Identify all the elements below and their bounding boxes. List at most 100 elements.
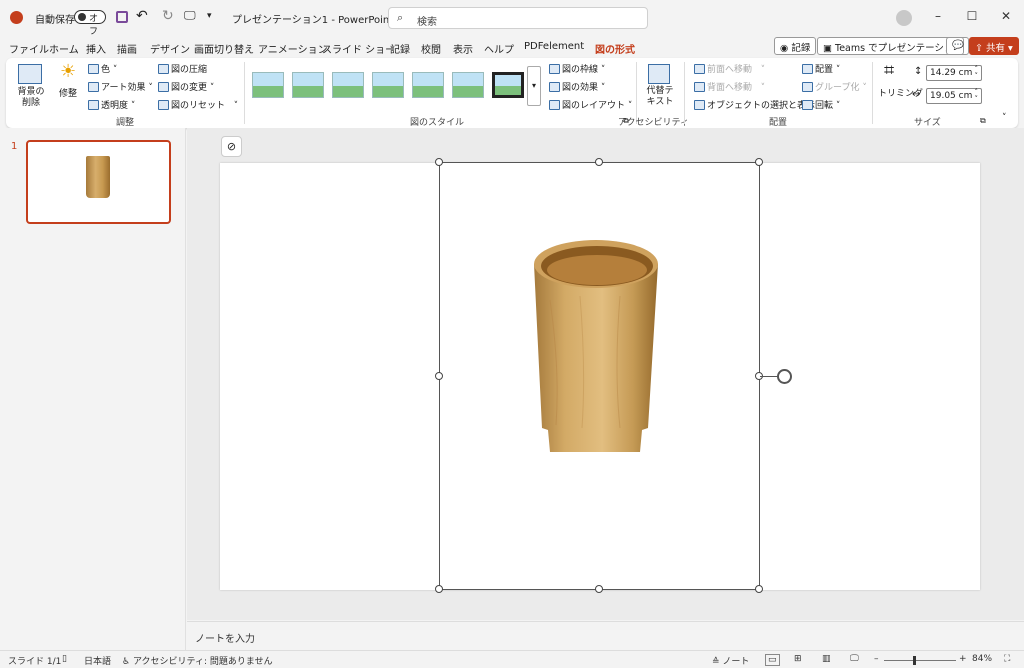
search-box[interactable]: ⌕ 検索	[388, 7, 648, 29]
tab-view[interactable]: 表示	[453, 41, 473, 56]
resize-handle[interactable]	[595, 158, 603, 166]
notes-button[interactable]: ≙ ノート	[712, 654, 749, 667]
share-button[interactable]: ⇪ 共有 ▾	[969, 37, 1019, 55]
picture-style-thumb[interactable]	[332, 72, 364, 98]
color-icon	[88, 64, 99, 74]
picture-style-thumb[interactable]	[252, 72, 284, 98]
autosave-toggle[interactable]: オフ	[74, 10, 106, 37]
window-title: プレゼンテーション1 - PowerPoint	[232, 15, 394, 26]
picture-border-button[interactable]: 図の枠線 ˅	[549, 62, 605, 75]
rotate-button[interactable]: 回転 ˅	[802, 98, 840, 111]
rotation-connector	[760, 376, 778, 377]
remove-background-icon	[18, 64, 42, 84]
resize-handle[interactable]	[595, 585, 603, 593]
corrections-button[interactable]: 修整	[59, 86, 77, 99]
tab-file[interactable]: ファイル	[9, 41, 49, 56]
slide-number: 1	[11, 141, 18, 152]
picture-effects-icon	[549, 82, 560, 92]
color-button[interactable]: 色 ˅	[88, 62, 117, 75]
slide-sorter-icon[interactable]: ⊞	[794, 654, 802, 664]
send-backward-button[interactable]: 背面へ移動 ˅	[694, 80, 765, 93]
redo-icon[interactable]: ↻	[162, 8, 174, 24]
picture-layout-button[interactable]: 図のレイアウト ˅	[549, 98, 632, 111]
normal-view-icon[interactable]: ▭	[765, 654, 780, 666]
picture-style-thumb[interactable]	[452, 72, 484, 98]
tab-slideshow[interactable]: スライド ショー	[322, 41, 395, 56]
tab-draw[interactable]: 描画	[117, 41, 137, 56]
tab-home[interactable]: ホーム	[49, 41, 79, 56]
spellcheck-icon[interactable]: ▯	[62, 654, 67, 664]
align-button[interactable]: 配置 ˅	[802, 62, 840, 75]
tab-review[interactable]: 校閲	[421, 41, 441, 56]
compress-pictures-button[interactable]: 図の圧縮	[158, 62, 207, 75]
change-picture-button[interactable]: 図の変更 ˅	[158, 80, 214, 93]
resize-handle[interactable]	[755, 585, 763, 593]
minimize-icon[interactable]: –	[930, 9, 946, 25]
transparency-button[interactable]: 透明度 ˅	[88, 98, 135, 111]
selection-frame[interactable]	[435, 158, 792, 593]
alt-text-icon	[648, 64, 670, 84]
ribbon-divider	[244, 62, 245, 124]
comments-icon[interactable]: 💬	[946, 37, 964, 55]
tab-transitions[interactable]: 画面切り替え	[194, 41, 254, 56]
notes-pane[interactable]: ノートを入力	[187, 621, 1024, 650]
artistic-effects-button[interactable]: アート効果 ˅	[88, 80, 153, 93]
accessibility-status[interactable]: ♿ アクセシビリティ: 問題ありません	[122, 654, 273, 667]
dialog-launcher-icon[interactable]: ⧉	[980, 116, 986, 126]
resize-handle[interactable]	[435, 372, 443, 380]
width-field[interactable]: 19.05 cm ˄ ˅	[926, 88, 982, 104]
picture-style-thumb[interactable]	[492, 72, 524, 98]
remove-background-button[interactable]: 背景の削除	[16, 87, 46, 109]
save-icon[interactable]	[116, 11, 128, 23]
bring-forward-icon	[694, 64, 705, 74]
collapse-ribbon-icon[interactable]: ˅	[1002, 113, 1007, 123]
reading-view-icon[interactable]: ▥	[822, 654, 831, 664]
tab-design[interactable]: デザイン	[150, 41, 190, 56]
record-button[interactable]: ◉ 記録	[774, 37, 817, 55]
rotate-icon	[802, 100, 813, 110]
status-bar: スライド 1/1 ▯ 日本語 ♿ アクセシビリティ: 問題ありません ≙ ノート…	[0, 650, 1024, 668]
zoom-slider[interactable]	[884, 656, 956, 665]
undo-icon[interactable]: ↶	[136, 8, 148, 24]
tab-help[interactable]: ヘルプ	[484, 41, 514, 56]
designer-icon[interactable]: ⊘	[221, 136, 242, 157]
height-field[interactable]: 14.29 cm ˄ ˅	[926, 65, 982, 81]
rotate-handle-icon[interactable]	[777, 369, 792, 384]
selection-pane-button[interactable]: オブジェクトの選択と表示	[694, 98, 815, 111]
corrections-icon: ☀	[60, 61, 77, 82]
close-icon[interactable]: ✕	[998, 9, 1014, 25]
tab-insert[interactable]: 挿入	[86, 41, 106, 56]
slide-thumbnail[interactable]	[26, 140, 171, 224]
zoom-level[interactable]: 84%	[972, 654, 992, 664]
tab-record[interactable]: 記録	[390, 41, 410, 56]
reset-picture-button[interactable]: 図のリセット ˅	[158, 98, 238, 111]
alt-text-button[interactable]: 代替テキスト	[644, 86, 676, 108]
zoom-in-icon[interactable]: +	[959, 654, 967, 664]
tab-pdfelement[interactable]: PDFelement	[524, 41, 584, 52]
tab-animations[interactable]: アニメーション	[258, 41, 328, 56]
resize-handle[interactable]	[435, 158, 443, 166]
bring-forward-button[interactable]: 前面へ移動 ˅	[694, 62, 765, 75]
slideshow-view-icon[interactable]: 🖵	[850, 654, 859, 664]
picture-effects-button[interactable]: 図の効果 ˅	[549, 80, 605, 93]
maximize-icon[interactable]: ☐	[964, 9, 980, 25]
picture-style-thumb[interactable]	[292, 72, 324, 98]
resize-handle[interactable]	[435, 585, 443, 593]
fit-to-window-icon[interactable]: ⛶	[1004, 654, 1010, 664]
size-group-label: サイズ	[914, 118, 941, 128]
account-avatar[interactable]	[896, 10, 912, 26]
customize-qat-icon[interactable]: ▾	[207, 11, 212, 21]
picture-style-thumb[interactable]	[372, 72, 404, 98]
picture-style-thumb[interactable]	[412, 72, 444, 98]
slide-counter: スライド 1/1	[8, 657, 62, 667]
present-icon[interactable]: 🖵	[184, 8, 196, 23]
zoom-slider-thumb[interactable]	[913, 656, 916, 665]
language-indicator[interactable]: 日本語	[84, 654, 111, 667]
selection-pane-icon	[694, 100, 705, 110]
group-icon	[802, 82, 813, 92]
search-icon: ⌕	[397, 11, 404, 24]
styles-more-icon[interactable]: ▾	[527, 66, 541, 106]
resize-handle[interactable]	[755, 158, 763, 166]
zoom-out-icon[interactable]: –	[874, 654, 879, 664]
group-button[interactable]: グループ化 ˅	[802, 80, 867, 93]
